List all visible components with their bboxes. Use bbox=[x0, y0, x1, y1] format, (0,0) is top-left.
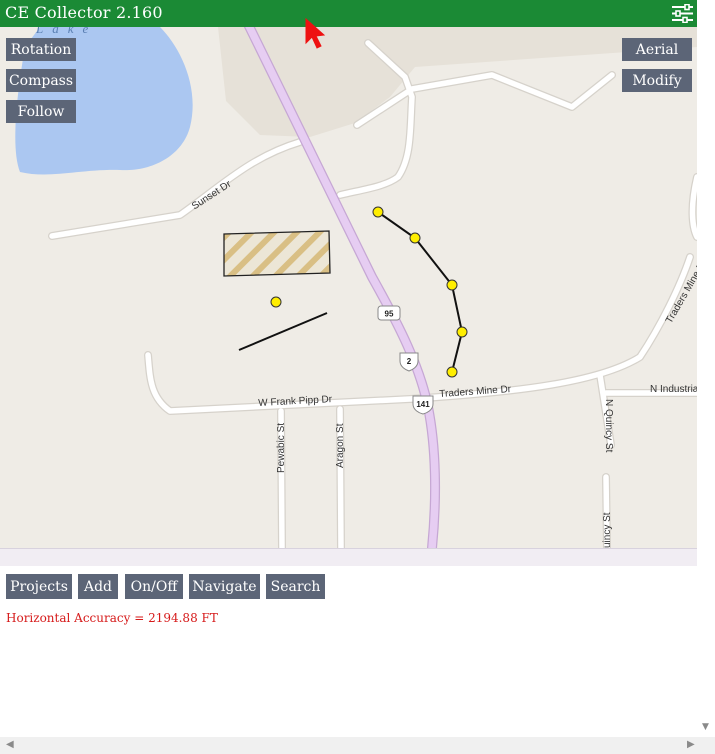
navigate-button[interactable]: Navigate bbox=[189, 574, 260, 599]
add-button[interactable]: Add bbox=[78, 574, 118, 599]
road-label-n-industrial: N Industrial bbox=[650, 384, 697, 395]
feature-polygon bbox=[223, 230, 331, 277]
map-canvas[interactable]: 95 2 141 Lake Sunset Dr W Frank Pipp Dr … bbox=[0, 27, 697, 548]
polyline-vertex bbox=[446, 366, 458, 378]
polyline-vertex bbox=[409, 232, 421, 244]
mouse-pointer-icon bbox=[305, 18, 326, 49]
polyline-vertex bbox=[456, 326, 468, 338]
horizontal-scrollbar[interactable]: ◀ ▶ bbox=[0, 737, 715, 754]
bottom-panel: Projects Add On/Off Navigate Search Hori… bbox=[0, 566, 697, 736]
feature-point bbox=[270, 296, 282, 308]
polyline-vertex bbox=[446, 279, 458, 291]
projects-button[interactable]: Projects bbox=[6, 574, 72, 599]
map-attribution-strip bbox=[0, 548, 697, 566]
scroll-down-arrow-icon[interactable]: ▼ bbox=[702, 722, 709, 732]
road-label-aragon-st: Aragon St bbox=[335, 423, 346, 468]
on-off-button[interactable]: On/Off bbox=[125, 574, 183, 599]
compass-button[interactable]: Compass bbox=[6, 69, 76, 92]
polyline-vertex bbox=[372, 206, 384, 218]
scroll-left-arrow-icon[interactable]: ◀ bbox=[6, 739, 14, 750]
road-label-quincy-st: uincy St bbox=[602, 512, 613, 548]
shield-141-label: 141 bbox=[416, 400, 430, 409]
shield-141: 141 bbox=[412, 395, 434, 415]
lake-label: Lake bbox=[36, 27, 98, 36]
horizontal-accuracy-status: Horizontal Accuracy = 2194.88 FT bbox=[6, 611, 218, 625]
shield-95-label: 95 bbox=[385, 310, 394, 319]
shield-2-label: 2 bbox=[407, 357, 412, 366]
road-label-n-quincy-st: N Quincy St bbox=[603, 399, 614, 453]
follow-button[interactable]: Follow bbox=[6, 100, 76, 123]
app-title: CE Collector 2.160 bbox=[5, 3, 163, 22]
settings-sliders-icon[interactable] bbox=[672, 4, 693, 23]
scroll-right-arrow-icon[interactable]: ▶ bbox=[687, 739, 695, 750]
app-header: CE Collector 2.160 bbox=[0, 0, 697, 27]
feature-line bbox=[238, 312, 328, 351]
modify-button[interactable]: Modify bbox=[622, 69, 692, 92]
map-layer: 95 2 141 bbox=[15, 27, 697, 548]
road-label-pewabic-st: Pewabic St bbox=[276, 422, 287, 473]
aerial-button[interactable]: Aerial bbox=[622, 38, 692, 61]
rotation-button[interactable]: Rotation bbox=[6, 38, 76, 61]
search-button[interactable]: Search bbox=[266, 574, 325, 599]
shield-95: 95 bbox=[377, 305, 401, 321]
vertical-scrollbar[interactable]: ▼ bbox=[697, 0, 715, 737]
